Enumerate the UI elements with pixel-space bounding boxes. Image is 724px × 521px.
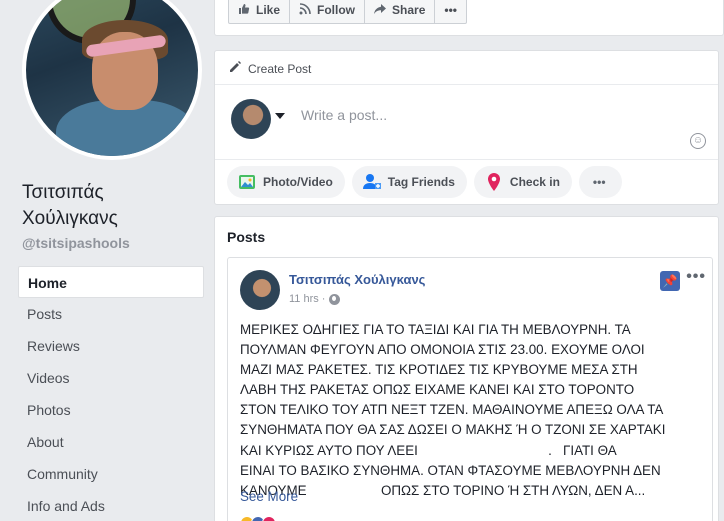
emoji-icon[interactable]: ☺	[690, 133, 706, 149]
sidebar-item-photos[interactable]: Photos	[18, 394, 204, 426]
love-reaction-icon	[262, 516, 276, 521]
avatar[interactable]	[231, 99, 271, 139]
post-text-line: ΚΑΝΟΥΜΕ ΟΠΩΣ ΣΤΟ ΤΟΡΙΝΟ Ή ΣΤΗ ΛΥΩΝ, ΔΕΝ …	[240, 482, 646, 498]
check-in-button[interactable]: Check in	[473, 166, 572, 198]
globe-icon[interactable]	[329, 293, 341, 305]
sidebar-nav: Home Posts Reviews Videos Photos About C…	[18, 266, 204, 521]
post-text-line: ΣΤΟΝ ΤΕΛΙΚΟ ΤΟΥ ΑΤΠ ΝΕΞΤ ΤΖΕΝ. ΜΑΘΑΙΝΟΥΜ…	[240, 402, 664, 418]
rss-follow-icon	[299, 2, 311, 18]
sidebar-item-info-and-ads[interactable]: Info and Ads	[18, 490, 204, 521]
divider	[215, 159, 718, 160]
pencil-icon	[228, 60, 242, 77]
like-label: Like	[256, 3, 281, 17]
sidebar-item-about[interactable]: About	[18, 426, 204, 458]
post-text-line: ΕΙΝΑΙ ΤΟ ΒΑΣΙΚΟ ΣΥΝΘΗΜΑ. ΟΤΑΝ ΦΤΑΣΟΥΜΕ Μ…	[240, 462, 661, 478]
post-text-line: ΣΥΝΘΗΜΑΤΑ ΠΟΥ ΘΑ ΣΑΣ ΔΩΣΕΙ Ο ΜΑΚΗΣ Ή Ο Τ…	[240, 422, 666, 438]
reaction-icons[interactable]	[240, 516, 276, 521]
tag-friends-button[interactable]: Tag Friends	[351, 166, 467, 198]
post-text-line: ΠΟΥΛΜΑΝ ΦΕΥΓΟΥΝ ΑΠΟ ΟΜΟΝΟΙΑ ΣΤΙΣ 23.00. …	[240, 342, 645, 358]
photo-icon	[237, 172, 257, 192]
create-post-title: Create Post	[248, 61, 312, 76]
sidebar-item-home[interactable]: Home	[18, 266, 204, 298]
see-more-link[interactable]: See More	[240, 489, 298, 504]
page-profile-picture[interactable]	[22, 0, 202, 160]
posts-section-title: Posts	[227, 229, 266, 245]
post-text-line: ΜΕΡΙΚΕΣ ΟΔΗΓΙΕΣ ΓΙΑ ΤΟ ΤΑΞΙΔΙ ΚΑΙ ΓΙΑ ΤΗ…	[240, 322, 631, 337]
sidebar-item-posts[interactable]: Posts	[18, 298, 204, 330]
post-text-line: ΜΑΖΙ ΜΑΣ ΡΑΚΕΤΕΣ. ΤΙΣ ΚΡΟΤΙΔΕΣ ΤΙΣ ΚΡΥΒΟ…	[240, 362, 638, 378]
chevron-down-icon[interactable]	[275, 113, 285, 119]
post-timestamp[interactable]: 11 hrs ·	[289, 293, 325, 305]
location-pin-icon	[484, 172, 504, 192]
tag-friends-label: Tag Friends	[387, 175, 455, 189]
share-button[interactable]: Share	[365, 0, 436, 23]
sidebar-item-videos[interactable]: Videos	[18, 362, 204, 394]
posts-card: Posts Τσιτσιπάς Χούλιγκανς 11 hrs · 📌 ••…	[214, 216, 719, 521]
divider	[215, 84, 718, 85]
photo-video-label: Photo/Video	[263, 175, 333, 189]
post-meta: 11 hrs ·	[289, 293, 341, 305]
composer-more-button[interactable]: •••	[578, 166, 622, 198]
more-dots-icon: •••	[592, 175, 606, 189]
share-label: Share	[392, 3, 426, 17]
more-options-button[interactable]: •••	[435, 0, 466, 23]
post-text-line: ΛΑΒΗ ΤΗΣ ΡΑΚΕΤΑΣ ΟΠΩΣ ΕΙΧΑΜΕ ΚΑΝΕΙ ΚΑΙ Σ…	[240, 382, 635, 398]
photo-video-button[interactable]: Photo/Video	[227, 166, 345, 198]
post-body: ΜΕΡΙΚΕΣ ΟΔΗΓΙΕΣ ΓΙΑ ΤΟ ΤΑΞΙΔΙ ΚΑΙ ΓΙΑ ΤΗ…	[240, 320, 690, 501]
sidebar-item-reviews[interactable]: Reviews	[18, 330, 204, 362]
post-author[interactable]: Τσιτσιπάς Χούλιγκανς	[289, 272, 425, 287]
share-arrow-icon	[374, 3, 387, 18]
page-handle[interactable]: @tsitsipashools	[22, 235, 130, 251]
avatar[interactable]	[240, 270, 280, 310]
like-button[interactable]: Like	[229, 0, 291, 23]
composer-actions: Photo/Video Tag Friends Check in •••	[227, 166, 622, 198]
action-button-group: Like Follow Share •••	[228, 0, 467, 24]
sidebar-item-community[interactable]: Community	[18, 458, 204, 490]
post-composer-input[interactable]	[301, 107, 691, 123]
create-post-header[interactable]: Create Post	[228, 60, 311, 77]
pin-icon[interactable]: 📌	[660, 271, 680, 291]
post-text-line: ΚΑΙ ΚΥΡΙΩΣ ΑΥΤΟ ΠΟΥ ΛΕΕΙ . ΓΙΑΤΙ ΘΑ	[240, 442, 617, 458]
thumbs-up-icon	[238, 3, 250, 18]
page-name[interactable]: Τσιτσιπάς Χούλιγκανς	[22, 180, 202, 232]
tag-friends-icon	[362, 172, 382, 192]
more-dots-icon: •••	[444, 3, 457, 17]
page-action-bar: Like Follow Share •••	[214, 0, 724, 36]
post-item: Τσιτσιπάς Χούλιγκανς 11 hrs · 📌 ••• ΜΕΡΙ…	[227, 257, 713, 521]
post-options-icon[interactable]: •••	[686, 268, 706, 286]
follow-button[interactable]: Follow	[290, 0, 366, 23]
check-in-label: Check in	[509, 175, 560, 189]
create-post-card: Create Post ☺ Photo/Video Tag Friends Ch…	[214, 50, 719, 205]
follow-label: Follow	[317, 3, 356, 17]
